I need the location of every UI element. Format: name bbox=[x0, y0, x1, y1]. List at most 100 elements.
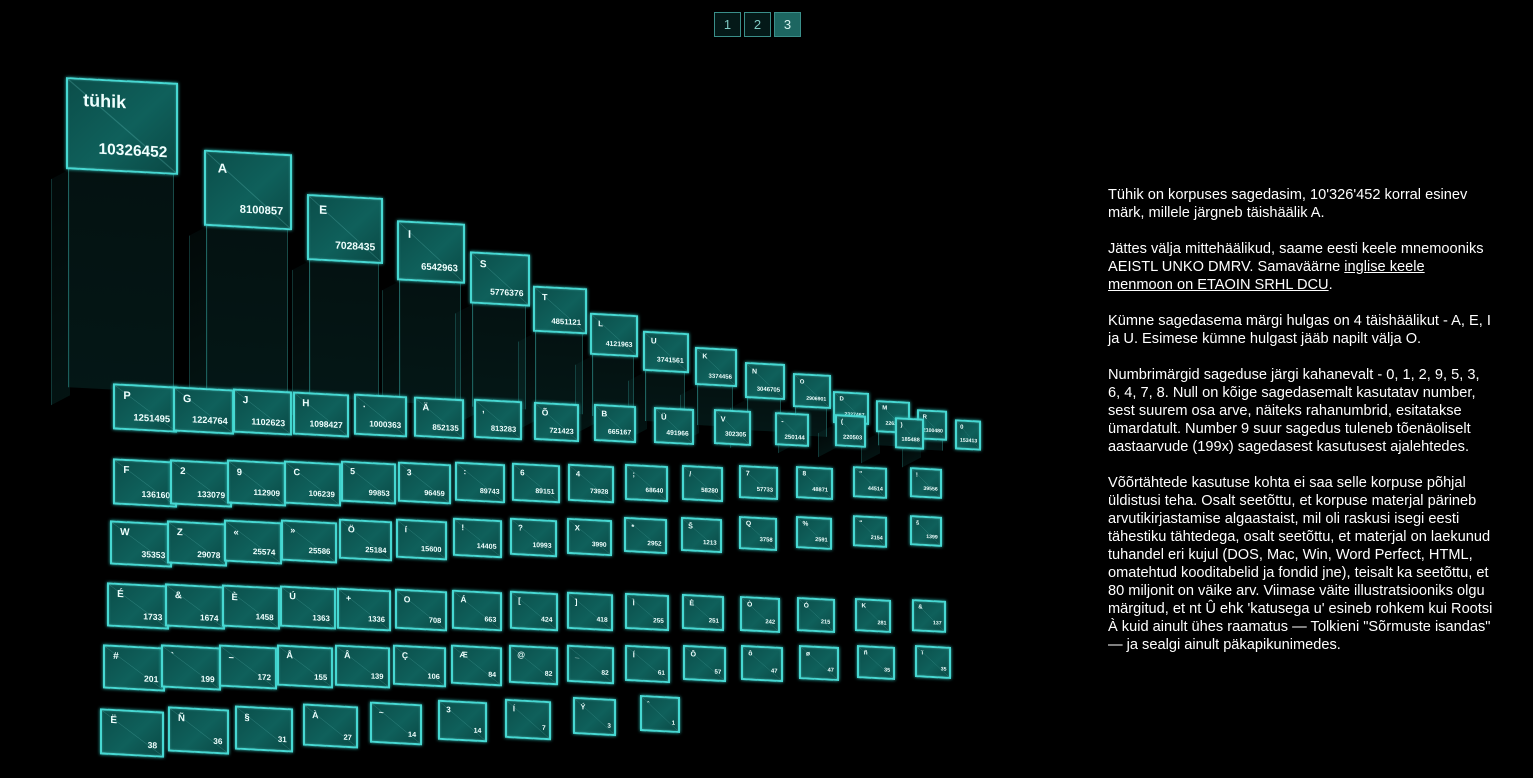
card-count-label: 201 bbox=[144, 673, 159, 685]
char-card: Ü 491966 bbox=[654, 406, 694, 445]
char-card: ! 14405 bbox=[452, 518, 502, 559]
card-char-label: B bbox=[601, 409, 608, 419]
char-card: “ 2154 bbox=[852, 515, 887, 549]
char-card: ô 47 bbox=[741, 644, 783, 682]
card-count-label: 1098427 bbox=[309, 417, 344, 430]
card-count-label: 29078 bbox=[197, 548, 221, 560]
card-char-label: Ó bbox=[803, 601, 809, 609]
card-char-label: À bbox=[311, 709, 319, 720]
card-char-label: ! bbox=[461, 523, 464, 533]
card-count-label: 4121963 bbox=[605, 341, 633, 350]
card-char-label: – bbox=[228, 650, 234, 662]
card-char-label: + bbox=[346, 592, 352, 604]
card-char-label: / bbox=[689, 469, 692, 478]
card-count-label: 1251495 bbox=[133, 412, 171, 426]
char-card: % 2591 bbox=[795, 515, 832, 550]
card-count-label: 84 bbox=[488, 670, 497, 680]
card-count-label: 35 bbox=[940, 666, 947, 673]
card-count-label: 251 bbox=[708, 617, 719, 626]
char-card: ; 68640 bbox=[625, 464, 669, 502]
card-char-label: Í bbox=[512, 703, 516, 713]
card-count-label: 6542963 bbox=[421, 261, 458, 275]
char-card: B 665167 bbox=[594, 403, 637, 443]
card-char-label: S bbox=[479, 259, 487, 271]
card-count-label: 1000363 bbox=[368, 419, 401, 431]
card-count-label: 2906901 bbox=[806, 395, 827, 403]
char-card: Ú 1363 bbox=[279, 585, 336, 631]
card-count-label: 82 bbox=[544, 670, 553, 678]
card-count-label: 61 bbox=[657, 669, 665, 677]
bar-card: U 3741561 bbox=[643, 330, 689, 374]
card-count-label: 25574 bbox=[253, 547, 276, 558]
card-char-label: ` bbox=[170, 650, 175, 662]
card-char-label: G bbox=[183, 392, 192, 405]
card-char-label: & bbox=[174, 589, 182, 602]
char-card: Á 663 bbox=[452, 589, 502, 631]
card-count-label: 47 bbox=[827, 667, 834, 674]
card-count-label: 35353 bbox=[141, 549, 166, 561]
card-char-label: Â bbox=[344, 650, 351, 661]
card-char-label: Å bbox=[286, 650, 293, 661]
card-char-label: V bbox=[721, 414, 726, 424]
char-card: È 1458 bbox=[222, 584, 280, 631]
char-card: ~14 bbox=[370, 701, 422, 746]
char-card: Š 1213 bbox=[681, 516, 722, 553]
card-count-label: 4851121 bbox=[551, 316, 581, 328]
card-count-label: 89151 bbox=[534, 487, 554, 496]
char-card: / 58280 bbox=[682, 464, 724, 502]
card-char-label: 9 bbox=[236, 465, 242, 478]
char-card: – 172 bbox=[219, 644, 278, 690]
card-char-label: ; bbox=[632, 469, 636, 479]
card-char-label: ] bbox=[574, 597, 578, 607]
char-card: . 1000363 bbox=[353, 393, 407, 438]
card-count-label: 1336 bbox=[368, 613, 385, 624]
card-count-label: 185488 bbox=[901, 436, 920, 444]
card-count-label: 1733 bbox=[143, 611, 163, 623]
char-card: Ì 255 bbox=[624, 593, 669, 632]
info-paragraph-2-text: Jättes välja mittehäälikud, saame eesti … bbox=[1108, 241, 1484, 275]
card-char-label: M bbox=[882, 405, 888, 412]
card-count-label: 3758 bbox=[759, 537, 773, 545]
card-count-label: 15600 bbox=[420, 543, 442, 554]
card-char-label: Ú bbox=[288, 591, 296, 603]
card-char-label: X bbox=[574, 522, 580, 532]
char-card: Ý3 bbox=[572, 696, 616, 737]
card-char-label: K bbox=[860, 602, 866, 610]
card-count-label: 14 bbox=[473, 727, 481, 736]
card-count-label: 27 bbox=[342, 732, 352, 742]
card-char-label: # bbox=[113, 650, 119, 662]
card-count-label: 3374456 bbox=[708, 373, 732, 381]
card-char-label: ! bbox=[915, 472, 918, 479]
char-card: À 27 bbox=[302, 703, 358, 749]
card-char-label: L bbox=[598, 319, 604, 329]
card-char-label: 7 bbox=[746, 470, 750, 478]
card-count-label: 153413 bbox=[960, 438, 978, 445]
card-count-label: 57 bbox=[714, 668, 722, 677]
char-card: Ë 38 bbox=[100, 708, 164, 758]
bar-card: O 2906901 bbox=[793, 373, 831, 410]
char-card: & 1674 bbox=[164, 583, 225, 630]
char-card: Ä 852135 bbox=[413, 396, 465, 440]
card-char-label: Š bbox=[688, 521, 694, 530]
card-char-label: Á bbox=[460, 595, 467, 605]
bar-body bbox=[68, 169, 174, 393]
char-card: J 1102623 bbox=[233, 388, 292, 436]
card-count-label: 220503 bbox=[842, 434, 862, 442]
char-card: +1336 bbox=[337, 587, 391, 631]
card-count-label: 491966 bbox=[666, 429, 689, 438]
card-count-label: 302305 bbox=[725, 430, 747, 439]
card-char-label: 8 bbox=[802, 470, 807, 478]
card-count-label: 1102623 bbox=[251, 416, 286, 428]
info-paragraph-2-end: . bbox=[1328, 277, 1333, 293]
card-count-label: 96459 bbox=[423, 488, 445, 499]
card-count-label: 215 bbox=[820, 619, 831, 626]
card-char-label: 6 bbox=[519, 468, 525, 478]
char-card: O 708 bbox=[394, 588, 447, 631]
char-card: Ç 106 bbox=[393, 644, 446, 688]
card-char-label: Ä bbox=[422, 401, 429, 413]
bar-card: I 6542963 bbox=[397, 219, 465, 284]
card-char-label: Ý bbox=[579, 701, 585, 712]
char-card: » 25586 bbox=[281, 519, 337, 564]
card-char-label: ˆ bbox=[647, 701, 650, 709]
card-char-label: U bbox=[650, 336, 657, 346]
